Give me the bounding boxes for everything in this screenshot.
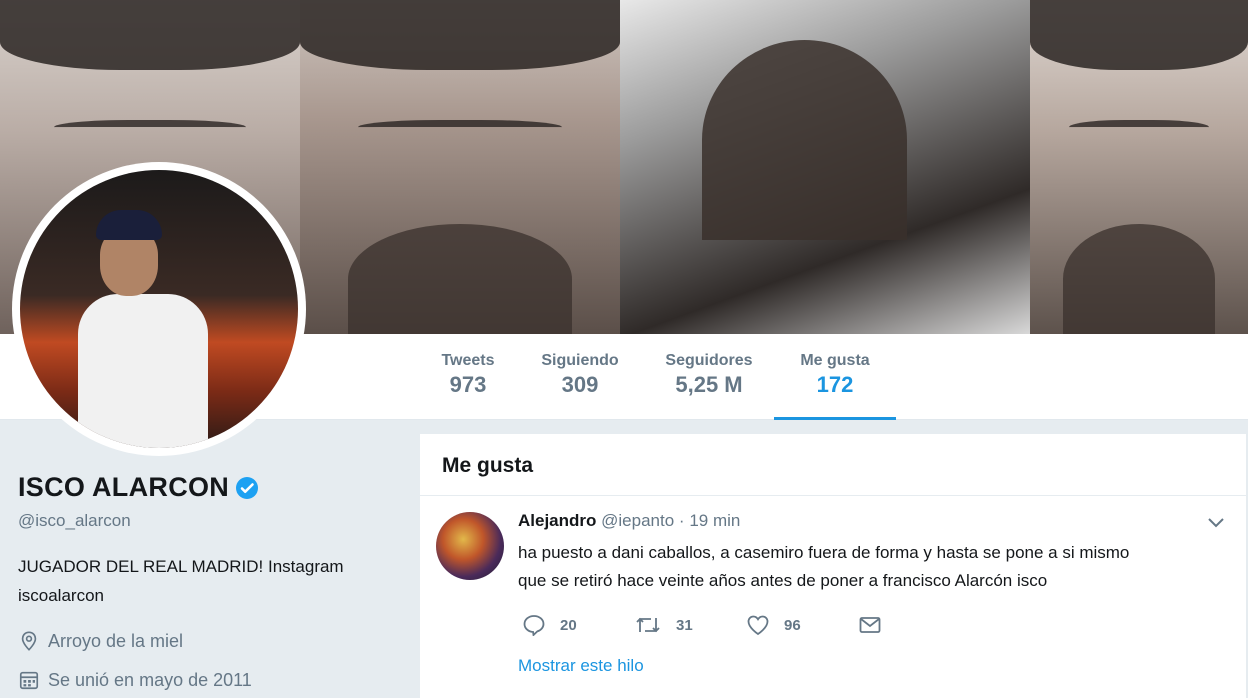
- nav-tweets[interactable]: Tweets 973: [438, 352, 498, 420]
- show-thread-link[interactable]: Mostrar este hilo: [518, 656, 644, 676]
- tweet-text-line: ha puesto a dani caballos, a casemiro fu…: [518, 543, 1130, 562]
- reply-button[interactable]: 20: [522, 614, 634, 636]
- banner-photo-panel: [300, 0, 620, 334]
- banner-photo-panel: [620, 0, 1030, 334]
- profile-handle[interactable]: @isco_alarcon: [18, 511, 131, 531]
- profile-location: Arroyo de la miel: [18, 630, 183, 652]
- message-button[interactable]: [858, 614, 970, 636]
- nav-likes-label: Me gusta: [800, 352, 870, 369]
- tweet-author-name[interactable]: Alejandro: [518, 511, 596, 530]
- profile-avatar[interactable]: [12, 162, 306, 456]
- profile-card: ISCO ALARCON @isco_alarcon JUGADOR DEL R…: [0, 420, 420, 698]
- verified-badge-icon: [236, 476, 259, 499]
- retweet-button[interactable]: 31: [634, 614, 746, 636]
- nav-followers-count: 5,25 M: [675, 372, 743, 397]
- calendar-icon: [19, 671, 39, 690]
- tweet-actions: 20 31 96: [522, 614, 970, 636]
- nav-following[interactable]: Siguiendo 309: [536, 352, 624, 420]
- reply-count: 20: [560, 616, 577, 634]
- tweet-timestamp[interactable]: 19 min: [689, 511, 740, 530]
- nav-following-label: Siguiendo: [541, 352, 619, 369]
- chevron-down-icon[interactable]: [1206, 516, 1226, 530]
- tweet-header: Alejandro @iepanto · 19 min: [518, 511, 740, 531]
- nav-followers[interactable]: Seguidores 5,25 M: [660, 352, 758, 420]
- nav-following-count: 309: [561, 372, 599, 397]
- tweet-separator: ·: [678, 511, 685, 530]
- nav-tweets-count: 973: [449, 372, 487, 397]
- profile-name-row: ISCO ALARCON: [18, 472, 259, 503]
- reply-icon: [523, 615, 545, 636]
- retweet-count: 31: [676, 616, 693, 634]
- nav-tweets-label: Tweets: [441, 352, 495, 369]
- location-icon: [21, 631, 37, 651]
- profile-bio: JUGADOR DEL REAL MADRID! Instagram iscoa…: [18, 557, 344, 605]
- nav-likes[interactable]: Me gusta 172: [774, 352, 896, 420]
- like-button[interactable]: 96: [746, 614, 858, 636]
- join-date-text: Se unió en mayo de 2011: [48, 669, 252, 690]
- tweet-text: ha puesto a dani caballos, a casemiro fu…: [518, 539, 1218, 595]
- nav-followers-label: Seguidores: [665, 352, 753, 369]
- nav-likes-count: 172: [816, 372, 854, 397]
- avatar-photo: [20, 170, 298, 448]
- tweet-text-line: que se retiró hace veinte años antes de …: [518, 571, 1048, 590]
- message-icon: [859, 617, 881, 633]
- tweet-author-avatar[interactable]: [436, 512, 504, 580]
- like-count: 96: [784, 616, 801, 634]
- profile-name[interactable]: ISCO ALARCON: [18, 472, 229, 503]
- location-text: Arroyo de la miel: [48, 630, 184, 651]
- retweet-icon: [636, 617, 660, 633]
- like-icon: [747, 615, 769, 636]
- tweet-author-handle[interactable]: @iepanto: [601, 511, 674, 530]
- profile-join-date: Se unió en mayo de 2011: [18, 669, 252, 691]
- banner-photo-panel: [1030, 0, 1248, 334]
- timeline-title: Me gusta: [420, 434, 1246, 496]
